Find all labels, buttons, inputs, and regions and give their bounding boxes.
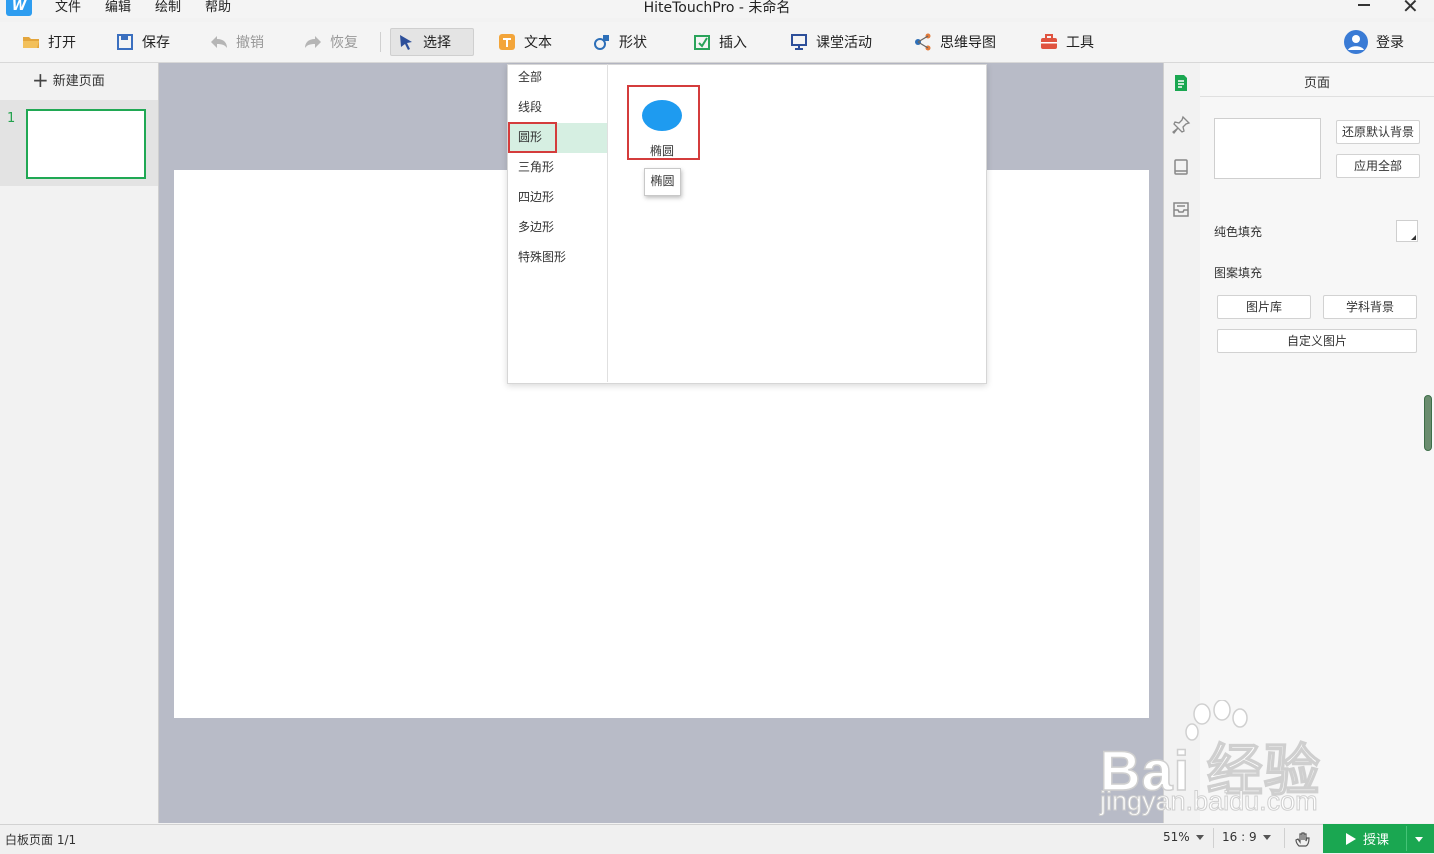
page-icon[interactable] [1171, 73, 1191, 93]
toolbox-icon [1040, 33, 1058, 51]
login-button[interactable]: 登录 [1338, 28, 1410, 56]
zoom-dropdown[interactable]: 51% [1163, 830, 1204, 844]
ellipse-icon [642, 100, 682, 131]
close-icon[interactable]: ✕ [1402, 0, 1419, 16]
panel-divider [1200, 96, 1434, 97]
text-icon [498, 33, 516, 51]
teach-label: 授课 [1363, 833, 1390, 848]
save-button[interactable]: 保存 [110, 28, 176, 56]
custom-image-button[interactable]: 自定义图片 [1217, 329, 1417, 353]
color-picker[interactable] [1396, 220, 1418, 242]
redo-icon [304, 33, 322, 51]
insert-button[interactable]: 插入 [687, 28, 753, 56]
category-polygons[interactable]: 多边形 [508, 213, 607, 243]
select-label: 选择 [423, 35, 451, 51]
zoom-value: 51% [1163, 830, 1190, 844]
text-label: 文本 [524, 35, 552, 51]
ratio-value: 16 : 9 [1222, 830, 1257, 844]
folder-icon [22, 33, 40, 51]
page-info: 白板页面 1/1 [5, 833, 77, 847]
save-icon [116, 33, 134, 51]
restore-default-bg-button[interactable]: 还原默认背景 [1336, 120, 1420, 144]
undo-label: 撤销 [236, 35, 264, 51]
background-preview [1214, 118, 1321, 179]
open-button[interactable]: 打开 [16, 28, 82, 56]
category-special[interactable]: 特殊图形 [508, 243, 607, 273]
play-icon [1346, 832, 1356, 845]
open-label: 打开 [48, 35, 76, 51]
app-logo-icon: W [6, 0, 32, 16]
layers-icon[interactable] [1171, 157, 1191, 177]
category-lines[interactable]: 线段 [508, 93, 607, 123]
login-label: 登录 [1376, 35, 1404, 51]
status-bar [0, 824, 1434, 854]
solid-fill-label: 纯色填充 [1214, 225, 1263, 239]
hand-gesture-icon[interactable] [1294, 831, 1312, 849]
new-page-button[interactable]: + 新建页面 [32, 67, 105, 92]
shape-button[interactable]: 形状 [587, 28, 653, 56]
pattern-fill-label: 图案填充 [1214, 266, 1263, 280]
menu-file[interactable]: 文件 [55, 0, 81, 16]
tools-label: 工具 [1066, 35, 1094, 51]
menu-edit[interactable]: 编辑 [105, 0, 131, 16]
status-divider [1213, 828, 1214, 848]
shape-label: 形状 [619, 35, 647, 51]
shape-item-label: 椭圆 [649, 144, 674, 158]
page-thumbnail[interactable] [26, 109, 146, 179]
undo-button[interactable]: 撤销 [204, 28, 270, 56]
panel-title: 页面 [1303, 76, 1330, 91]
apply-all-button[interactable]: 应用全部 [1336, 154, 1420, 178]
tooltip: 椭圆 [644, 168, 681, 196]
user-avatar-icon [1344, 30, 1368, 54]
new-page-label: 新建页面 [52, 74, 105, 89]
mind-map-button[interactable]: 思维导图 [908, 28, 1002, 56]
insert-label: 插入 [719, 35, 747, 51]
pin-icon[interactable] [1171, 115, 1191, 135]
class-activity-button[interactable]: 课堂活动 [784, 28, 878, 56]
image-gallery-button[interactable]: 图片库 [1217, 295, 1311, 319]
category-triangles[interactable]: 三角形 [508, 153, 607, 183]
teach-split-divider [1406, 826, 1407, 851]
redo-label: 恢复 [330, 35, 358, 51]
menu-help[interactable]: 帮助 [205, 0, 231, 16]
board-icon [790, 33, 808, 51]
plus-icon: + [32, 67, 49, 92]
shapes-icon [593, 33, 611, 51]
undo-icon [210, 33, 228, 51]
category-quadrilaterals[interactable]: 四边形 [508, 183, 607, 213]
select-button[interactable]: 选择 [390, 28, 474, 56]
menu-draw[interactable]: 绘制 [155, 0, 181, 16]
redo-button[interactable]: 恢复 [298, 28, 364, 56]
teach-options-chevron-icon[interactable] [1415, 837, 1423, 842]
text-button[interactable]: 文本 [492, 28, 558, 56]
scrollbar-thumb[interactable] [1424, 395, 1432, 451]
mind-map-label: 思维导图 [940, 35, 996, 51]
cursor-icon [397, 33, 415, 51]
status-divider [1284, 828, 1285, 848]
shape-dropdown-divider [607, 64, 608, 382]
insert-icon [693, 33, 711, 51]
minimize-icon[interactable] [1356, 0, 1372, 14]
chevron-down-icon [1262, 834, 1271, 840]
class-activity-label: 课堂活动 [816, 35, 872, 51]
inbox-icon[interactable] [1171, 199, 1191, 219]
chevron-down-icon [1195, 834, 1204, 840]
save-label: 保存 [142, 35, 170, 51]
page-number: 1 [7, 111, 16, 126]
toolbar-divider [380, 32, 381, 52]
ratio-dropdown[interactable]: 16 : 9 [1222, 830, 1271, 844]
tools-button[interactable]: 工具 [1034, 28, 1100, 56]
subject-background-button[interactable]: 学科背景 [1323, 295, 1417, 319]
mind-map-icon [914, 33, 932, 51]
watermark-url: jingyan.baidu.com [1100, 786, 1319, 817]
category-highlight-box [508, 122, 557, 153]
category-all[interactable]: 全部 [508, 63, 607, 93]
